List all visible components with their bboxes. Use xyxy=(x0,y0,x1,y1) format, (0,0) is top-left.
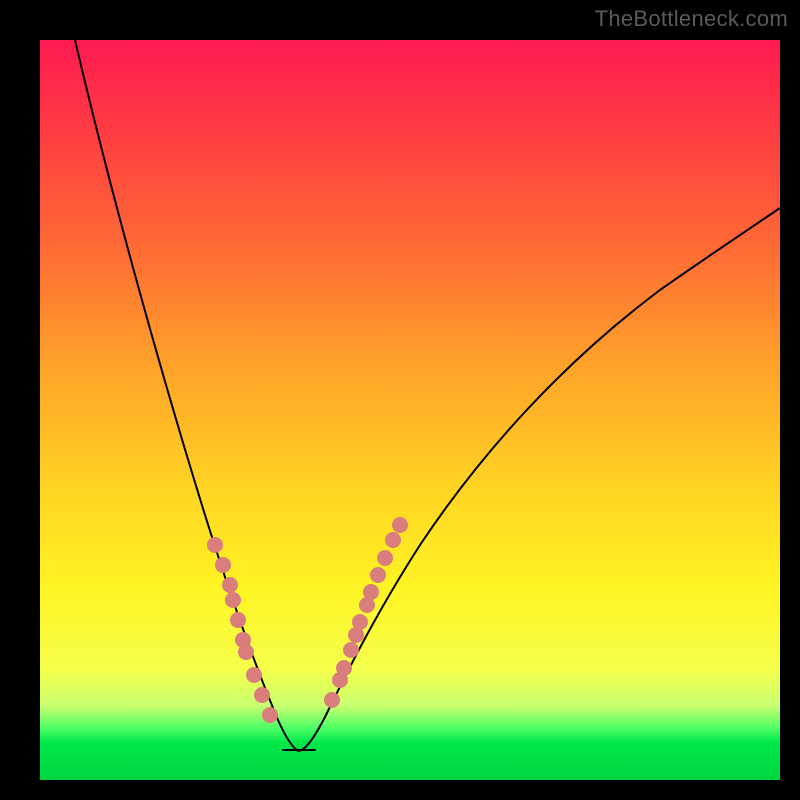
dot xyxy=(215,557,231,573)
dot xyxy=(225,592,241,608)
right-branch-dots xyxy=(324,517,408,708)
chart-frame: TheBottleneck.com xyxy=(0,0,800,800)
dot xyxy=(207,537,223,553)
dot xyxy=(343,642,359,658)
dot xyxy=(222,577,238,593)
dot xyxy=(230,612,246,628)
dot xyxy=(246,667,262,683)
dot xyxy=(324,692,340,708)
dot xyxy=(377,550,393,566)
dot xyxy=(385,532,401,548)
watermark-text: TheBottleneck.com xyxy=(595,6,788,32)
dot xyxy=(363,584,379,600)
bottleneck-curve xyxy=(75,40,780,751)
plot-area xyxy=(40,40,780,780)
dot xyxy=(238,644,254,660)
dot xyxy=(262,707,278,723)
curve-svg xyxy=(40,40,780,780)
dot xyxy=(370,567,386,583)
dot xyxy=(254,687,270,703)
dot xyxy=(336,660,352,676)
dot xyxy=(352,614,368,630)
dot xyxy=(392,517,408,533)
